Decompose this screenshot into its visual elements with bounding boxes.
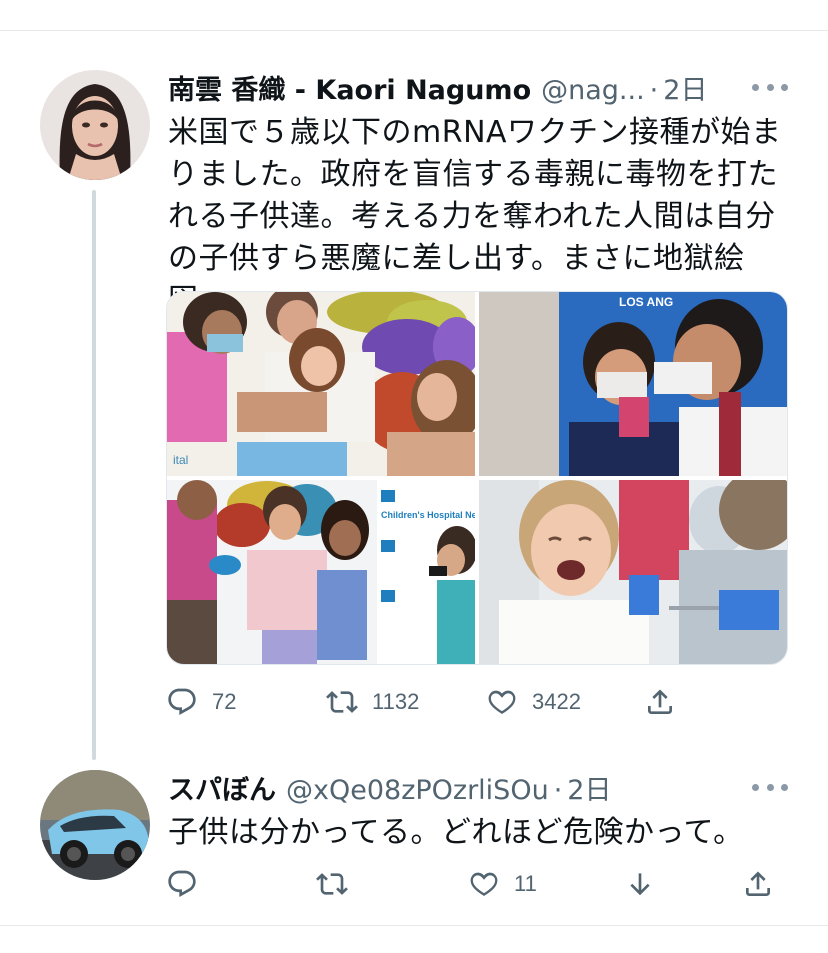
reply-button[interactable]	[166, 864, 212, 904]
reply-author-name[interactable]: スパぼん	[168, 768, 276, 807]
reply-count: 72	[212, 689, 237, 714]
reply-icon	[168, 870, 196, 897]
reply-text: 子供は分かってる。どれほど危険かって。	[168, 815, 744, 850]
heart-icon	[488, 690, 516, 714]
downvote-arrow-icon	[630, 873, 650, 896]
photo-boy-doctor[interactable]: LOS ANG	[479, 292, 787, 476]
svg-text:ital: ital	[173, 453, 188, 467]
retweet-button[interactable]	[316, 864, 362, 904]
more-options-icon[interactable]	[752, 82, 788, 92]
reply-author-handle[interactable]: @xQe08zPOzrliSOu	[286, 775, 549, 806]
author-avatar[interactable]	[40, 70, 150, 180]
photo-childrens-hospital[interactable]: Children's Hospital New Orleans	[167, 480, 475, 664]
thread-line	[92, 190, 96, 760]
author-handle[interactable]: @nag...	[541, 75, 645, 106]
tweet-media-grid: ital LOS ANG Children's Hospital N	[166, 291, 788, 665]
tweet-actions: 72 1132 3422	[166, 682, 786, 722]
retweet-icon	[326, 691, 358, 713]
reply-timestamp[interactable]: 2日	[567, 768, 611, 807]
retweet-icon	[316, 873, 348, 895]
tweet-header: 南雲 香織 - Kaori Nagumo @nag... · 2日	[168, 68, 707, 107]
reply-icon	[168, 688, 196, 715]
like-count: 11	[514, 871, 537, 896]
hospital-sign-text: Children's Hospital New Orleans	[381, 510, 475, 520]
share-button[interactable]	[742, 864, 788, 904]
heart-icon	[470, 872, 498, 896]
bottom-divider	[0, 925, 828, 926]
separator-dot: ·	[553, 775, 563, 806]
separator-dot: ·	[649, 75, 659, 106]
top-divider	[0, 30, 828, 31]
photo-crying-girl[interactable]	[479, 480, 787, 664]
photo-vaccination-girl[interactable]: ital	[167, 292, 475, 476]
like-count: 3422	[532, 689, 581, 714]
tweet-timestamp[interactable]: 2日	[663, 68, 707, 107]
share-icon	[746, 871, 770, 896]
banner-sign-text: LOS ANG	[619, 295, 673, 309]
reply-header: スパぼん @xQe08zPOzrliSOu · 2日	[168, 768, 611, 807]
downvote-button[interactable]	[624, 864, 670, 904]
like-button[interactable]: 3422	[486, 682, 581, 722]
reply-author-avatar[interactable]	[40, 770, 150, 880]
retweet-count: 1132	[372, 689, 420, 714]
more-options-icon[interactable]	[752, 782, 788, 792]
retweet-button[interactable]: 1132	[326, 682, 419, 722]
share-button[interactable]	[644, 682, 690, 722]
reply-button[interactable]: 72	[166, 682, 236, 722]
reply-actions: 11	[166, 864, 786, 904]
like-button[interactable]: 11	[468, 864, 537, 904]
author-name[interactable]: 南雲 香織 - Kaori Nagumo	[168, 68, 531, 107]
share-icon	[648, 689, 672, 714]
